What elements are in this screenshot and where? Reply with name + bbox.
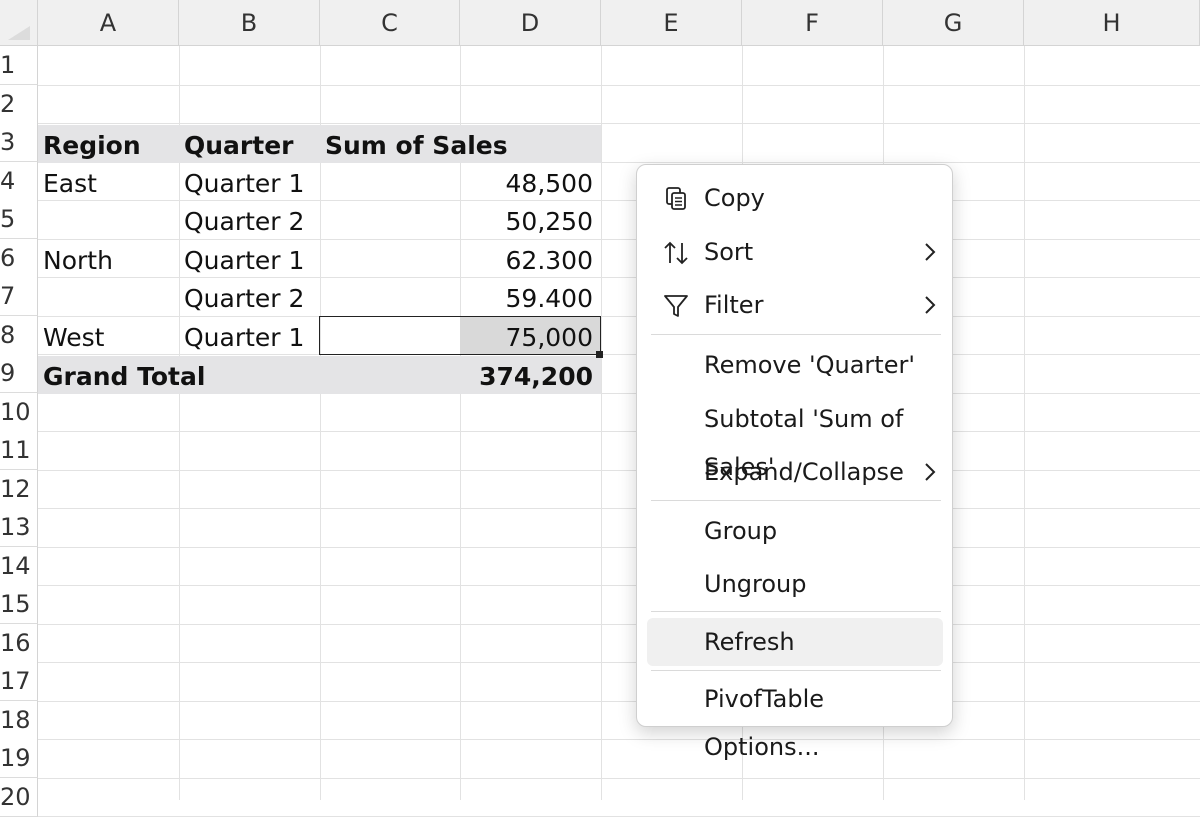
- column-header-f[interactable]: F: [742, 0, 883, 46]
- pivot-context-menu: Copy Sort Filter Remove 'Quarter' Subtot…: [636, 164, 953, 761]
- pivot-cell-value[interactable]: 48,500: [460, 164, 601, 202]
- row-header[interactable]: 17: [0, 662, 38, 701]
- row-header[interactable]: 15: [0, 585, 38, 624]
- select-all-corner[interactable]: [0, 0, 38, 46]
- row-gridline: [38, 431, 1200, 432]
- row-gridline: [38, 701, 1200, 702]
- column-header-a[interactable]: A: [38, 0, 179, 46]
- row-gridline: [38, 547, 1200, 548]
- grand-total-value[interactable]: 374,200: [460, 357, 601, 395]
- pivot-header-quarter[interactable]: Quarter: [184, 126, 294, 164]
- menu-separator: [651, 611, 941, 612]
- menu-item-copy[interactable]: Copy: [647, 174, 943, 222]
- fill-handle[interactable]: [596, 351, 603, 358]
- pivot-cell-quarter[interactable]: Quarter 2: [184, 202, 304, 240]
- column-header-h[interactable]: H: [1024, 0, 1200, 46]
- row-header[interactable]: 13: [0, 508, 38, 547]
- menu-item-label: Sort: [704, 238, 754, 266]
- row-header[interactable]: 1: [0, 46, 38, 85]
- row-gridline: [38, 508, 1200, 509]
- pivot-cell-region[interactable]: East: [43, 164, 97, 202]
- copy-icon: [666, 187, 686, 210]
- menu-item-pivottable-options[interactable]: PivofTable Options...: [647, 675, 943, 761]
- menu-item-ungroup[interactable]: Ungroup: [647, 560, 943, 608]
- row-header[interactable]: 3: [0, 123, 38, 162]
- menu-separator: [651, 670, 941, 671]
- row-header[interactable]: 16: [0, 624, 38, 663]
- column-header-b[interactable]: B: [179, 0, 320, 46]
- pivot-cell-value[interactable]: 62.300: [460, 241, 601, 279]
- chevron-right-icon: [925, 243, 936, 261]
- row-gridline: [38, 778, 1200, 779]
- chevron-right-icon: [925, 463, 936, 481]
- row-gridline: [38, 662, 1200, 663]
- sort-icon: [664, 241, 688, 265]
- pivot-cell-quarter[interactable]: Quarter 1: [184, 318, 304, 356]
- pivot-header-sum-of-sales[interactable]: Sum of Sales: [325, 126, 508, 164]
- row-header[interactable]: 10: [0, 393, 38, 432]
- grand-total-label[interactable]: Grand Total: [43, 357, 205, 395]
- row-header[interactable]: 6: [0, 239, 38, 278]
- row-header[interactable]: 18: [0, 701, 38, 740]
- filter-icon: [664, 295, 688, 317]
- menu-item-label: Ungroup: [704, 570, 807, 598]
- row-header[interactable]: 9: [0, 354, 38, 393]
- row-header[interactable]: 20: [0, 778, 38, 817]
- menu-item-subtotal[interactable]: Subtotal 'Sum of Sales': [647, 395, 943, 481]
- column-header-c[interactable]: C: [320, 0, 460, 46]
- menu-separator: [651, 500, 941, 501]
- row-header[interactable]: 19: [0, 739, 38, 778]
- row-header[interactable]: 14: [0, 547, 38, 586]
- row-header[interactable]: 8: [0, 316, 38, 355]
- row-header[interactable]: 4: [0, 162, 38, 201]
- pivot-cell-quarter[interactable]: Quarter 1: [184, 164, 304, 202]
- row-gridline: [38, 739, 1200, 740]
- cell-selection-border: [319, 316, 601, 355]
- menu-item-expand-collapse[interactable]: Expand/Collapse: [647, 448, 943, 496]
- row-header[interactable]: 11: [0, 431, 38, 470]
- menu-item-refresh[interactable]: Refresh: [647, 618, 943, 666]
- menu-item-filter[interactable]: Filter: [647, 281, 943, 329]
- column-header-g[interactable]: G: [883, 0, 1024, 46]
- menu-item-label: PivofTable Options...: [704, 685, 825, 761]
- row-gridline: [38, 123, 1200, 124]
- row-gridline: [38, 624, 1200, 625]
- column-gridline: [601, 46, 602, 800]
- row-header[interactable]: 5: [0, 200, 38, 239]
- menu-item-label: Refresh: [704, 628, 795, 656]
- row-gridline: [38, 470, 1200, 471]
- pivot-cell-quarter[interactable]: Quarter 1: [184, 241, 304, 279]
- pivot-header-region[interactable]: Region: [43, 126, 141, 164]
- column-gridline: [1024, 46, 1025, 800]
- column-header-e[interactable]: E: [601, 0, 742, 46]
- row-gridline: [38, 585, 1200, 586]
- pivot-cell-value[interactable]: 50,250: [460, 202, 601, 240]
- pivot-cell-region[interactable]: West: [43, 318, 104, 356]
- pivot-cell-region[interactable]: North: [43, 241, 113, 279]
- menu-item-label: Group: [704, 517, 778, 545]
- menu-item-label: Filter: [704, 291, 764, 319]
- menu-item-remove-quarter[interactable]: Remove 'Quarter': [647, 341, 943, 389]
- menu-item-label: Expand/Collapse: [704, 458, 904, 486]
- row-gridline: [38, 85, 1200, 86]
- chevron-right-icon: [925, 296, 936, 314]
- menu-separator: [651, 334, 941, 335]
- row-header[interactable]: 12: [0, 470, 38, 509]
- column-header-d[interactable]: D: [460, 0, 601, 46]
- menu-item-sort[interactable]: Sort: [647, 228, 943, 276]
- pivot-cell-value[interactable]: 59.400: [460, 279, 601, 317]
- menu-item-label: Remove 'Quarter': [704, 351, 915, 379]
- menu-item-label: Copy: [704, 184, 765, 212]
- pivot-cell-quarter[interactable]: Quarter 2: [184, 279, 304, 317]
- row-header[interactable]: 2: [0, 85, 38, 124]
- row-header[interactable]: 7: [0, 277, 38, 316]
- menu-item-group[interactable]: Group: [647, 507, 943, 555]
